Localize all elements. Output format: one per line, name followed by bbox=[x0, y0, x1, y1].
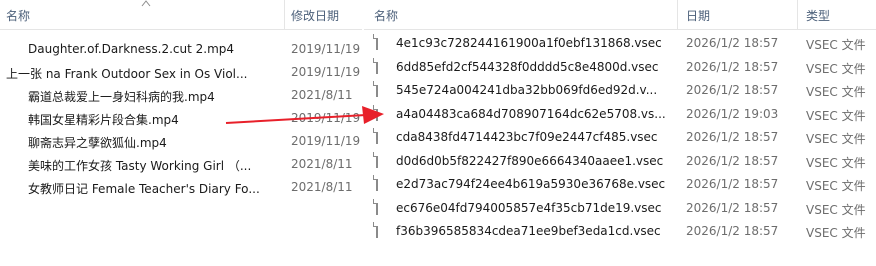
right-file-list: 名称 日期 类型 4e1c93c728244161900a1f0ebf13186… bbox=[364, 0, 876, 266]
file-type: VSEC 文件 bbox=[806, 155, 866, 170]
file-date: 2019/11/19 bbox=[291, 65, 361, 79]
file-date: 2026/1/2 18:57 bbox=[686, 130, 779, 144]
file-name[interactable]: Daughter.of.Darkness.2.cut 2.mp4 bbox=[28, 42, 280, 56]
file-date: 2026/1/2 18:57 bbox=[686, 200, 779, 215]
file-date: 2019/11/19 bbox=[291, 42, 361, 56]
file-row[interactable]: f36b396585834cdea71ee9bef3eda1cd.vsec 202… bbox=[364, 220, 876, 242]
file-name[interactable]: 上一张 na Frank Outdoor Sex in Os Viol... bbox=[6, 65, 280, 82]
blank-file-icon bbox=[376, 198, 378, 215]
type-column-header[interactable]: 类型 bbox=[806, 7, 830, 24]
modified-column-header[interactable]: 修改日期 bbox=[291, 7, 339, 24]
file-type: VSEC 文件 bbox=[806, 132, 866, 146]
file-name[interactable]: cda8438fd4714423bc7f09e2447cf485.vsec bbox=[396, 130, 676, 144]
left-column-header: 名称 修改日期 bbox=[0, 0, 362, 30]
file-date: 2021/8/11 bbox=[291, 88, 353, 102]
blank-file-icon bbox=[376, 57, 378, 74]
column-divider[interactable] bbox=[284, 0, 285, 30]
file-row[interactable]: Daughter.of.Darkness.2.cut 2.mp4 2019/11/… bbox=[0, 38, 362, 60]
file-date: 2026/1/2 18:57 bbox=[686, 36, 779, 50]
name-column-header[interactable]: 名称 bbox=[6, 7, 30, 24]
blank-file-icon bbox=[376, 151, 378, 168]
file-date: 2026/1/2 18:57 bbox=[686, 59, 779, 74]
file-date: 2026/1/2 19:03 bbox=[686, 106, 779, 121]
file-type: VSEC 文件 bbox=[806, 108, 866, 123]
file-date: 2021/8/11 bbox=[291, 180, 353, 194]
file-type: VSEC 文件 bbox=[806, 61, 866, 76]
file-name[interactable]: f36b396585834cdea71ee9bef3eda1cd.vsec bbox=[396, 224, 676, 238]
blank-file-icon bbox=[376, 175, 378, 191]
file-name[interactable]: 545e724a004241dba32bb069fd6ed92d.v... bbox=[396, 83, 676, 97]
file-name[interactable]: e2d73ac794f24ee4b619a5930e36768e.vsec bbox=[396, 177, 676, 191]
file-name[interactable]: 6dd85efd2cf544328f0dddd5c8e4800d.vsec bbox=[396, 60, 676, 74]
column-divider[interactable] bbox=[677, 0, 678, 30]
file-row[interactable]: 女教师日记 Female Teacher's Diary Fo... 2021/8… bbox=[0, 176, 362, 198]
file-row[interactable]: 4e1c93c728244161900a1f0ebf131868.vsec 202… bbox=[364, 32, 876, 54]
file-date: 2021/8/11 bbox=[291, 157, 353, 171]
file-row[interactable]: 545e724a004241dba32bb069fd6ed92d.v... 202… bbox=[364, 79, 876, 101]
column-divider[interactable] bbox=[797, 0, 798, 30]
file-type: VSEC 文件 bbox=[806, 179, 866, 193]
blank-file-icon bbox=[376, 81, 378, 97]
file-row[interactable]: 聊斋志异之孽欲狐仙.mp4 2019/11/19 bbox=[0, 130, 362, 152]
file-name[interactable]: 女教师日记 Female Teacher's Diary Fo... bbox=[28, 180, 280, 197]
date-column-header[interactable]: 日期 bbox=[686, 7, 710, 24]
file-row[interactable]: d0d6d0b5f822427f890e6664340aaee1.vsec 202… bbox=[364, 150, 876, 172]
blank-file-icon bbox=[376, 34, 378, 50]
file-date: 2019/11/19 bbox=[291, 134, 361, 148]
file-date: 2026/1/2 18:57 bbox=[686, 224, 779, 238]
file-name[interactable]: a4a04483ca684d708907164dc62e5708.vs... bbox=[396, 107, 676, 121]
file-row[interactable]: 韩国女星精彩片段合集.mp4 2019/11/19 bbox=[0, 107, 362, 129]
file-date: 2026/1/2 18:57 bbox=[686, 83, 779, 97]
file-row[interactable]: 美味的工作女孩 Tasty Working Girl （... 2021/8/11 bbox=[0, 153, 362, 175]
file-name[interactable]: 美味的工作女孩 Tasty Working Girl （... bbox=[28, 157, 280, 174]
file-type: VSEC 文件 bbox=[806, 202, 866, 217]
file-date: 2019/11/19 bbox=[291, 111, 361, 125]
file-row[interactable]: 6dd85efd2cf544328f0dddd5c8e4800d.vsec 202… bbox=[364, 56, 876, 78]
file-name[interactable]: 4e1c93c728244161900a1f0ebf131868.vsec bbox=[396, 36, 676, 50]
file-type: VSEC 文件 bbox=[806, 226, 866, 240]
blank-file-icon bbox=[376, 222, 378, 238]
file-date: 2026/1/2 18:57 bbox=[686, 153, 779, 168]
file-name[interactable]: 韩国女星精彩片段合集.mp4 bbox=[28, 111, 280, 128]
blank-file-icon bbox=[376, 104, 378, 121]
file-row[interactable]: 霸道总裁爱上一身妇科病的我.mp4 2021/8/11 bbox=[0, 84, 362, 106]
left-file-list: 名称 修改日期 Daughter.of.Darkness.2.cut 2.mp4… bbox=[0, 0, 362, 200]
file-row[interactable]: a4a04483ca684d708907164dc62e5708.vs... 20… bbox=[364, 103, 876, 125]
file-name[interactable]: 霸道总裁爱上一身妇科病的我.mp4 bbox=[28, 88, 280, 105]
blank-file-icon bbox=[376, 128, 378, 144]
file-name[interactable]: d0d6d0b5f822427f890e6664340aaee1.vsec bbox=[396, 154, 676, 168]
file-row[interactable]: cda8438fd4714423bc7f09e2447cf485.vsec 202… bbox=[364, 126, 876, 148]
right-column-header: 名称 日期 类型 bbox=[364, 0, 876, 30]
file-name[interactable]: ec676e04fd794005857e4f35cb71de19.vsec bbox=[396, 201, 676, 215]
file-name[interactable]: 聊斋志异之孽欲狐仙.mp4 bbox=[28, 134, 280, 151]
file-type: VSEC 文件 bbox=[806, 38, 866, 52]
sort-ascending-icon bbox=[141, 0, 151, 7]
file-row[interactable]: e2d73ac794f24ee4b619a5930e36768e.vsec 202… bbox=[364, 173, 876, 195]
file-row[interactable]: 上一张 na Frank Outdoor Sex in Os Viol... 20… bbox=[0, 61, 362, 83]
file-date: 2026/1/2 18:57 bbox=[686, 177, 779, 191]
file-row[interactable]: ec676e04fd794005857e4f35cb71de19.vsec 202… bbox=[364, 197, 876, 219]
name-column-header[interactable]: 名称 bbox=[374, 7, 398, 24]
file-type: VSEC 文件 bbox=[806, 85, 866, 99]
